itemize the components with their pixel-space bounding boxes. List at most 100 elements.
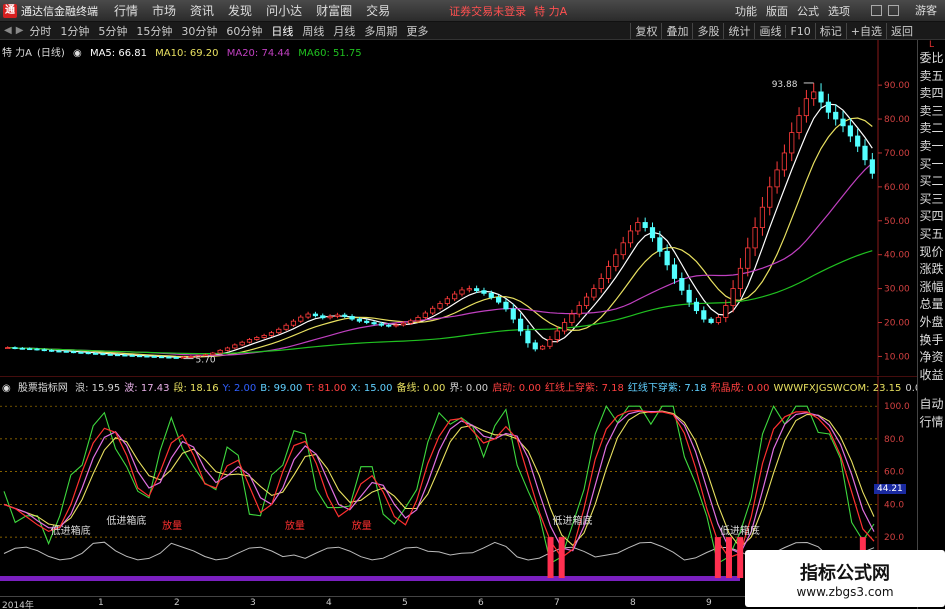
signal-annotation: 放量 xyxy=(162,519,182,532)
menu-item-discover[interactable]: 发现 xyxy=(228,2,266,19)
indicator-tick-label: 100.0 xyxy=(884,402,910,412)
tab-more[interactable]: 更多 xyxy=(406,23,428,39)
side-panel-item[interactable]: 涨幅 xyxy=(918,279,945,297)
candle-body xyxy=(364,320,370,323)
tool-return[interactable]: 返回 xyxy=(886,23,917,39)
candle-body xyxy=(334,314,341,317)
side-panel-item[interactable]: 买二 xyxy=(918,173,945,191)
y-tick-label: 40.00 xyxy=(884,251,910,261)
menu-item-options[interactable]: 选项 xyxy=(828,3,850,19)
side-panel-item[interactable]: 涨跌 xyxy=(918,261,945,279)
side-panel-item[interactable]: 买一 xyxy=(918,156,945,174)
current-stock-name: 特 力A xyxy=(534,4,568,18)
tool-mark[interactable]: 标记 xyxy=(814,23,846,39)
candle-body xyxy=(693,301,700,312)
login-status[interactable]: 证券交易未登录 xyxy=(449,3,526,19)
side-panel-item[interactable]: 外盘 xyxy=(918,314,945,332)
candle-body xyxy=(261,335,267,338)
y-tick-label: 70.00 xyxy=(884,149,910,159)
signal-annotation: 低进箱底 xyxy=(720,524,760,537)
watermark-title: 指标公式网 xyxy=(800,562,890,584)
candle-body xyxy=(789,132,795,154)
indicator-value: 启动: 0.00 xyxy=(492,383,542,394)
menu-item-market[interactable]: 市场 xyxy=(152,2,190,19)
side-panel-item[interactable]: 卖三 xyxy=(918,103,945,121)
tab-multi-period[interactable]: 多周期 xyxy=(364,23,397,39)
window-controls xyxy=(871,5,899,16)
tab-1min[interactable]: 1分钟 xyxy=(60,23,89,39)
tool-statistics[interactable]: 统计 xyxy=(723,23,754,39)
tab-daily[interactable]: 日线 xyxy=(271,23,293,39)
menu-item-trade[interactable]: 交易 xyxy=(366,2,404,19)
guest-label[interactable]: 游客 xyxy=(915,0,937,22)
side-panel-item[interactable]: 卖二 xyxy=(918,120,945,138)
menu-item-wealth[interactable]: 财富圈 xyxy=(316,2,366,19)
tool-add-favorite[interactable]: +自选 xyxy=(845,23,886,39)
side-panel-item[interactable]: 卖四 xyxy=(918,85,945,103)
candle-body xyxy=(503,301,509,310)
side-panel-item[interactable]: 卖五 xyxy=(918,68,945,86)
tool-multi-stock[interactable]: 多股 xyxy=(692,23,723,39)
side-panel-item[interactable]: 买三 xyxy=(918,191,945,209)
candle-body xyxy=(620,242,626,256)
candle-body xyxy=(613,254,619,267)
side-panel-item[interactable]: 委比 xyxy=(918,50,945,68)
back-icon[interactable]: ◀ xyxy=(4,25,12,36)
candle-body xyxy=(730,288,736,306)
candle-body xyxy=(671,264,678,279)
side-panel-toggle[interactable]: L xyxy=(918,40,945,50)
side-panel-item[interactable]: 现价 xyxy=(918,244,945,262)
candle-body xyxy=(378,323,384,326)
tab-weekly[interactable]: 周线 xyxy=(302,23,324,39)
tab-5min[interactable]: 5分钟 xyxy=(98,23,127,39)
minimize-icon[interactable] xyxy=(871,5,882,16)
tab-15min[interactable]: 15分钟 xyxy=(136,23,172,39)
settings-icon[interactable]: ◉ xyxy=(73,48,82,59)
side-panel-item[interactable]: 行情 xyxy=(918,414,945,432)
candle-body xyxy=(576,305,582,315)
side-panel-item[interactable]: 收益 xyxy=(918,367,945,385)
candle-body xyxy=(554,330,560,340)
menu-item-quotes[interactable]: 行情 xyxy=(114,2,152,19)
side-panel-item[interactable]: 卖一 xyxy=(918,138,945,156)
maximize-icon[interactable] xyxy=(888,5,899,16)
indicator-current-value: 44.21 xyxy=(874,484,906,494)
candle-body xyxy=(180,356,187,359)
candle-body xyxy=(752,227,758,249)
signal-annotation: 放量 xyxy=(352,519,372,532)
chart-tools: 复权 叠加 多股 统计 画线 F10 标记 +自选 返回 xyxy=(630,22,917,40)
main-chart-legend: 特 力A (日线) ◉ MA5: 66.81 MA10: 69.20 MA20: … xyxy=(2,44,367,59)
menu-item-ask[interactable]: 问小达 xyxy=(266,2,316,19)
candle-body xyxy=(679,278,685,291)
side-panel-item[interactable]: 买五 xyxy=(918,226,945,244)
signal-bar xyxy=(558,537,565,578)
menu-item-news[interactable]: 资讯 xyxy=(190,2,228,19)
tool-overlay[interactable]: 叠加 xyxy=(661,23,692,39)
tool-draw-line[interactable]: 画线 xyxy=(754,23,785,39)
tab-30min[interactable]: 30分钟 xyxy=(181,23,217,39)
tab-60min[interactable]: 60分钟 xyxy=(226,23,262,39)
tool-f10[interactable]: F10 xyxy=(785,24,814,38)
indicator-value: 波: 17.43 xyxy=(124,383,170,394)
menu-item-function[interactable]: 功能 xyxy=(735,3,757,19)
signal-bar xyxy=(547,537,554,578)
indicator-settings-icon[interactable]: ◉ xyxy=(2,383,11,394)
side-panel-item[interactable]: 买四 xyxy=(918,208,945,226)
y-tick-label: 90.00 xyxy=(884,81,910,91)
candle-body xyxy=(327,316,333,319)
side-panel-item[interactable]: 自动 xyxy=(918,396,945,414)
side-panel-item[interactable]: 总量 xyxy=(918,296,945,314)
candle-body xyxy=(19,347,25,350)
side-panel-item[interactable]: 净资 xyxy=(918,349,945,367)
signal-bar xyxy=(726,537,732,578)
menu-item-formula[interactable]: 公式 xyxy=(797,3,819,19)
tab-intraday[interactable]: 分时 xyxy=(29,23,51,39)
forward-icon[interactable]: ▶ xyxy=(16,25,24,36)
side-panel-item[interactable]: 换手 xyxy=(918,332,945,350)
tab-monthly[interactable]: 月线 xyxy=(333,23,355,39)
title-bar: 通 通达信金融终端 行情 市场 资讯 发现 问小达 财富圈 交易 证券交易未登录… xyxy=(0,0,945,22)
signal-bar xyxy=(737,537,744,578)
menu-item-layout[interactable]: 版面 xyxy=(766,3,788,19)
tool-adjust[interactable]: 复权 xyxy=(630,23,661,39)
price-chart[interactable]: 90.00 80.00 70.00 60.00 50.00 40.00 30.00 20.00… xyxy=(0,40,917,375)
